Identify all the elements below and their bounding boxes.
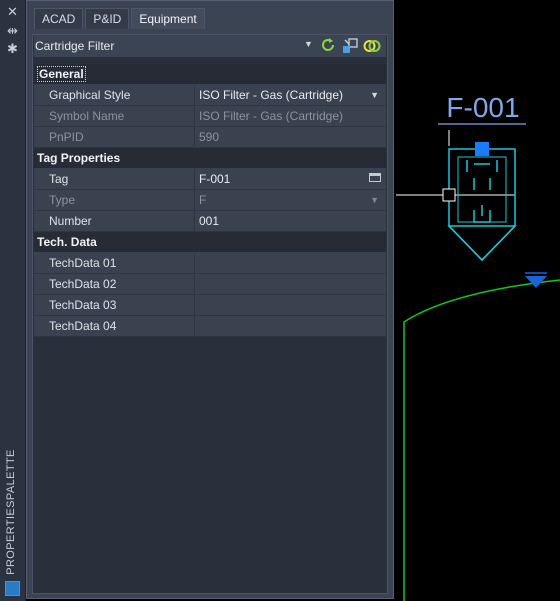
chevron-down-icon[interactable]: ▼	[304, 39, 313, 49]
palette-title: PROPERTIESPALETTE	[5, 449, 17, 575]
property-label: PnPID	[34, 127, 195, 147]
property-value[interactable]	[195, 274, 386, 294]
settings-icon[interactable]: ✱	[4, 42, 21, 56]
property-label: Tag	[34, 169, 195, 189]
property-row[interactable]: TechData 01	[34, 253, 386, 274]
palette-app-icon[interactable]	[5, 581, 20, 596]
grip-handle[interactable]	[475, 142, 489, 156]
object-type-value: Cartridge Filter	[35, 39, 115, 53]
section-tech-data[interactable]: Tech. Data	[34, 232, 386, 253]
property-row[interactable]: Graphical Style ISO Filter - Gas (Cartri…	[34, 85, 386, 106]
property-value[interactable]	[195, 295, 386, 315]
property-row[interactable]: TechData 03	[34, 295, 386, 316]
pickbox	[442, 188, 456, 202]
property-value[interactable]: 001	[195, 211, 386, 231]
property-value: ISO Filter - Gas (Cartridge)	[199, 109, 344, 123]
property-row[interactable]: TechData 02	[34, 274, 386, 295]
property-label: Number	[34, 211, 195, 231]
property-label: Symbol Name	[34, 106, 195, 126]
properties-panel: ACAD P&ID Equipment Cartridge Filter ▼ G…	[26, 0, 394, 599]
property-label: Graphical Style	[34, 85, 195, 105]
chevron-down-icon[interactable]: ▼	[370, 85, 379, 105]
chevron-down-icon: ▼	[370, 195, 379, 205]
select-objects-icon[interactable]	[341, 37, 359, 55]
auto-hide-icon[interactable]: ⇹	[4, 24, 21, 38]
cartridge-filter-symbol[interactable]	[447, 148, 517, 262]
tab-equipment[interactable]: Equipment	[131, 8, 205, 29]
property-value: F ▼	[195, 190, 386, 210]
drawing-canvas[interactable]: F-001	[394, 0, 560, 601]
property-value[interactable]	[195, 316, 386, 336]
section-general[interactable]: General	[34, 64, 386, 85]
property-row[interactable]: Number 001	[34, 211, 386, 232]
property-row: Symbol Name ISO Filter - Gas (Cartridge)	[34, 106, 386, 127]
property-value[interactable]: F-001	[195, 169, 386, 189]
tab-pid[interactable]: P&ID	[85, 8, 130, 29]
refresh-icon[interactable]	[319, 37, 337, 55]
vessel-outline[interactable]	[403, 279, 560, 601]
property-label: Type	[34, 190, 195, 210]
palette-title-strip: ✕ ⇹ ✱ PROPERTIESPALETTE	[0, 0, 26, 601]
property-row[interactable]: TechData 04	[34, 316, 386, 337]
tag-picker-icon[interactable]	[369, 173, 381, 182]
property-row: PnPID 590	[34, 127, 386, 148]
close-icon[interactable]: ✕	[4, 5, 21, 19]
property-label: TechData 04	[34, 316, 195, 336]
quick-select-icon[interactable]	[363, 37, 381, 55]
property-value[interactable]: ISO Filter - Gas (Cartridge) ▼	[195, 85, 386, 105]
tab-acad[interactable]: ACAD	[34, 8, 84, 29]
property-row[interactable]: Tag F-001	[34, 169, 386, 190]
object-type-selector[interactable]: Cartridge Filter ▼	[34, 35, 386, 57]
property-value: 590	[199, 130, 220, 144]
property-label: TechData 02	[34, 274, 195, 294]
tag-annotation[interactable]: F-001	[446, 92, 519, 123]
property-label: TechData 01	[34, 253, 195, 273]
property-grid: General Graphical Style ISO Filter - Gas…	[34, 64, 386, 337]
property-row: Type F ▼	[34, 190, 386, 211]
section-tag-properties[interactable]: Tag Properties	[34, 148, 386, 169]
property-label: TechData 03	[34, 295, 195, 315]
property-value[interactable]	[195, 253, 386, 273]
tab-bar: ACAD P&ID Equipment	[34, 8, 207, 30]
